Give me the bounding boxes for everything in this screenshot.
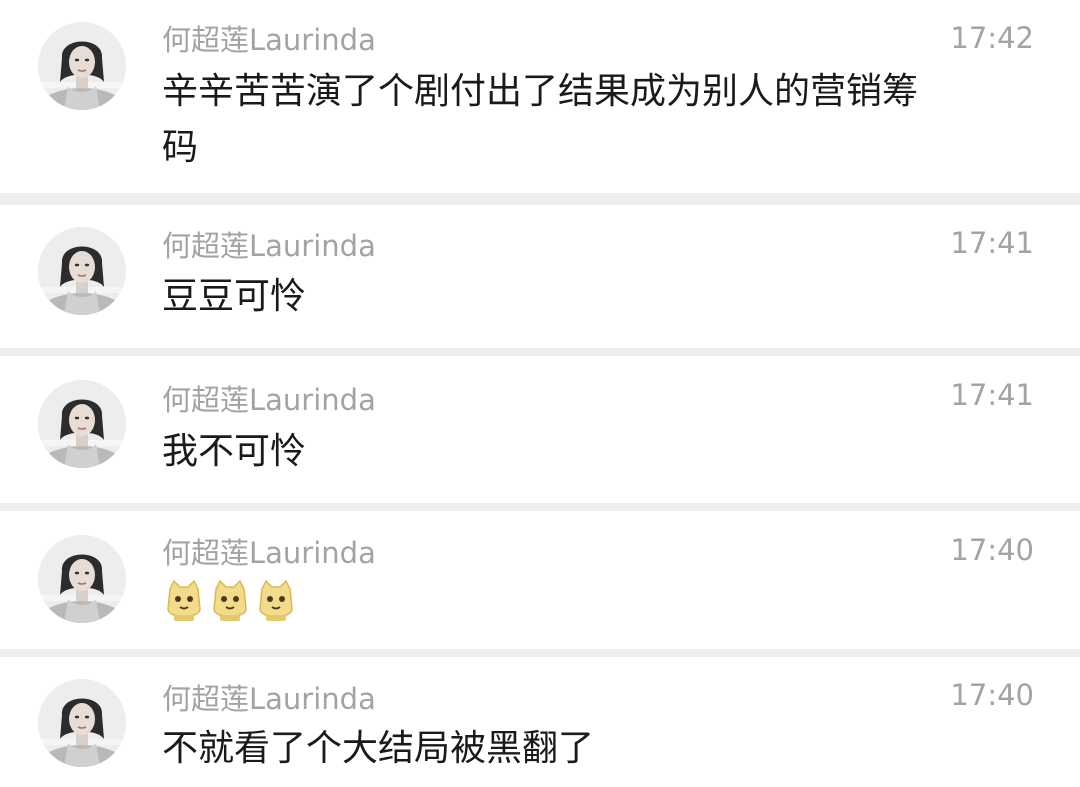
profile-photo-avatar[interactable]: [38, 22, 126, 110]
message-item[interactable]: 何超莲Laurinda 17:40: [0, 511, 1080, 649]
message-item[interactable]: 何超莲Laurinda 17:41 豆豆可怜: [0, 205, 1080, 348]
divider: [0, 649, 1080, 657]
message-time: 17:42: [950, 21, 1034, 55]
emoji-row: [164, 579, 296, 623]
message-text: 不就看了个大结局被黑翻了: [162, 728, 595, 769]
divider: [0, 348, 1080, 356]
message-item[interactable]: 何超莲Laurinda 17:40 不就看了个大结局被黑翻了: [0, 657, 1080, 787]
message-item[interactable]: 何超莲Laurinda 17:42 辛辛苦苦演了个剧付出了结果成为别人的营销筹码: [0, 0, 1080, 193]
message-time: 17:41: [950, 378, 1034, 412]
sender-name: 何超莲Laurinda: [162, 23, 376, 57]
message-time: 17:40: [950, 533, 1034, 567]
sender-name: 何超莲Laurinda: [162, 536, 376, 570]
divider: [0, 503, 1080, 511]
message-time: 17:41: [950, 226, 1034, 260]
profile-photo-avatar[interactable]: [38, 679, 126, 767]
message-text: 辛辛苦苦演了个剧付出了结果成为别人的营销筹码: [162, 71, 919, 168]
sender-name: 何超莲Laurinda: [162, 383, 376, 417]
message-text: 豆豆可怜: [162, 276, 307, 317]
profile-photo-avatar[interactable]: [38, 227, 126, 315]
sender-name: 何超莲Laurinda: [162, 229, 376, 263]
yellow-face-emoji-icon: [210, 579, 250, 623]
profile-photo-avatar[interactable]: [38, 535, 126, 623]
yellow-face-emoji-icon: [256, 579, 296, 623]
message-text: 我不可怜: [162, 431, 307, 472]
message-list: 何超莲Laurinda 17:42 辛辛苦苦演了个剧付出了结果成为别人的营销筹码…: [0, 0, 1080, 787]
message-item[interactable]: 何超莲Laurinda 17:41 我不可怜: [0, 356, 1080, 503]
sender-name: 何超莲Laurinda: [162, 682, 376, 716]
yellow-face-emoji-icon: [164, 579, 204, 623]
profile-photo-avatar[interactable]: [38, 380, 126, 468]
message-time: 17:40: [950, 678, 1034, 712]
divider: [0, 193, 1080, 205]
